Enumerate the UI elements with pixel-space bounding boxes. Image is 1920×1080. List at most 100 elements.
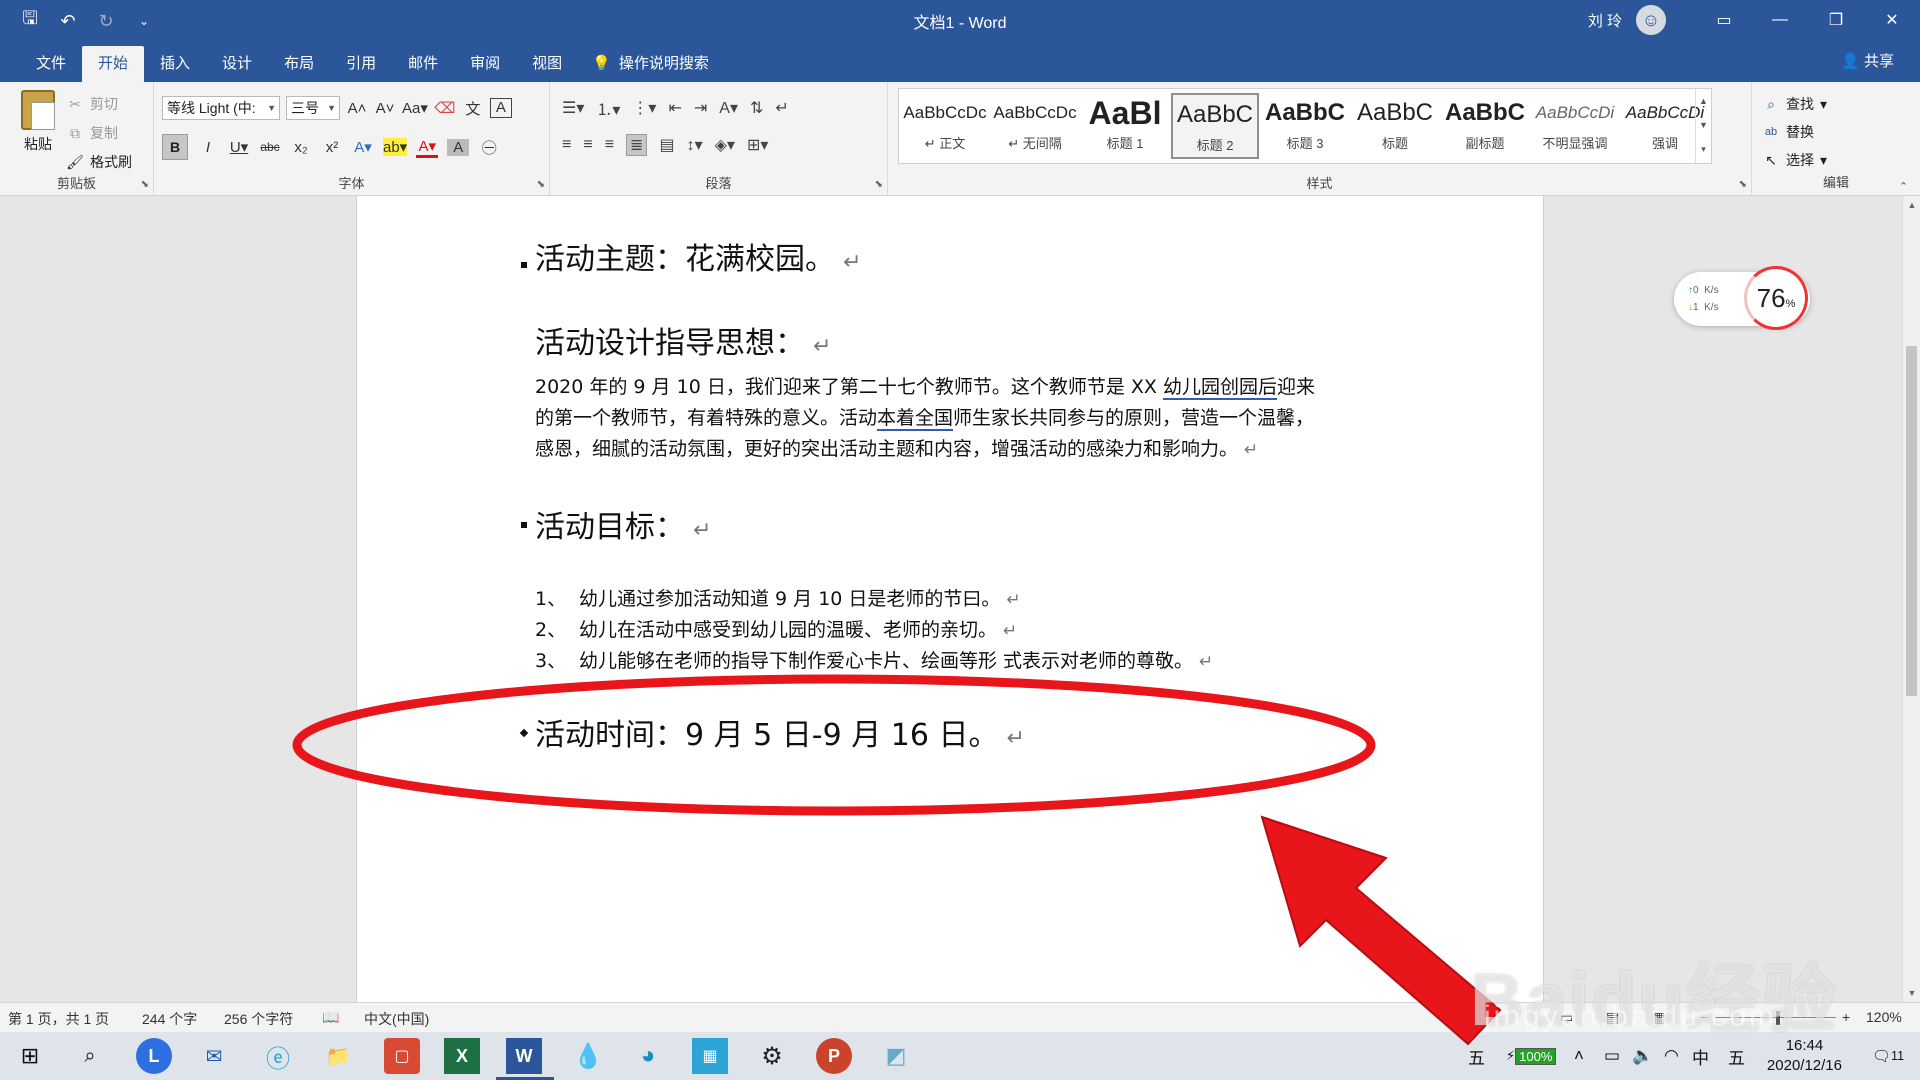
tab-file[interactable]: 文件 xyxy=(20,46,82,82)
scroll-down-icon[interactable]: ▼ xyxy=(1903,988,1920,998)
chinese-layout-icon[interactable]: A▾ xyxy=(719,98,738,118)
show-marks-icon[interactable]: ↵ xyxy=(775,98,788,118)
time-heading[interactable]: 活动时间：9 月 5 日-9 月 16 日。 ↵ xyxy=(535,710,1025,754)
line-spacing-icon[interactable]: ↕▾ xyxy=(687,135,703,155)
dialog-launcher-icon[interactable]: ⬊ xyxy=(875,179,883,190)
goal-item[interactable]: 1、 幼儿通过参加活动知道 9 月 10 日是老师的节曰。 ↵ xyxy=(535,584,1021,611)
mail-icon[interactable]: ✉ xyxy=(196,1038,232,1074)
sort-icon[interactable]: ⇅ xyxy=(750,98,763,118)
enclose-characters-icon[interactable]: ㊀ xyxy=(478,137,500,158)
strikethrough-icon[interactable]: abc xyxy=(259,140,281,154)
chevron-down-icon[interactable]: ▼ xyxy=(1696,113,1711,137)
paint-drop-icon[interactable]: 💧 xyxy=(570,1038,606,1074)
goal-item[interactable]: 3、 幼儿能够在老师的指导下制作爱心卡片、绘画等形 式表示对老师的尊敬。 ↵ xyxy=(535,646,1213,673)
chevron-up-icon[interactable]: ▲ xyxy=(1696,89,1711,113)
select-button[interactable]: ↖ 选择 ▾ xyxy=(1762,146,1827,174)
share-button[interactable]: 👤 共享 xyxy=(1841,50,1894,71)
goal-item[interactable]: 2、 幼儿在活动中感受到幼儿园的温暖、老师的亲切。 ↵ xyxy=(535,615,1017,642)
notes-app-icon[interactable]: ◩ xyxy=(878,1038,914,1074)
style-normal[interactable]: AaBbCcDc ↵ 正文 xyxy=(901,93,989,159)
style-heading-1[interactable]: AaBl 标题 1 xyxy=(1081,93,1169,159)
increase-indent-icon[interactable]: ⇥ xyxy=(694,98,707,118)
underline-icon[interactable]: U▾ xyxy=(228,138,250,156)
document-page[interactable]: 活动主题：花满校园。 ↵ 活动设计指导思想： ↵ 2020 年的 9 月 10 日，… xyxy=(356,196,1544,1002)
dialog-launcher-icon[interactable]: ⬊ xyxy=(537,179,545,190)
tab-review[interactable]: 审阅 xyxy=(454,46,516,82)
align-left-icon[interactable]: ≡ xyxy=(562,136,571,154)
dialog-launcher-icon[interactable]: ⬊ xyxy=(141,179,149,190)
zoom-level[interactable]: 120% xyxy=(1866,1009,1902,1025)
find-button[interactable]: ⌕ 查找 ▾ xyxy=(1762,90,1827,118)
align-right-icon[interactable]: ≡ xyxy=(605,136,614,154)
edge-icon[interactable]: ◕ xyxy=(630,1038,666,1074)
close-button[interactable]: ✕ xyxy=(1864,0,1920,40)
tab-insert[interactable]: 插入 xyxy=(144,46,206,82)
borders-icon[interactable]: ⊞▾ xyxy=(747,135,768,155)
styles-scroll[interactable]: ▲ ▼ ▾ xyxy=(1695,89,1711,163)
style-no-spacing[interactable]: AaBbCcDc ↵ 无间隔 xyxy=(991,93,1079,159)
guide-paragraph[interactable]: 2020 年的 9 月 10 日，我们迎来了第二十七个教师节。这个教师节是 XX… xyxy=(535,372,1315,466)
gear-icon[interactable]: ⚙ xyxy=(754,1038,790,1074)
notification-center-icon[interactable]: 🗨 11 xyxy=(1872,1032,1904,1080)
shrink-font-icon[interactable]: A˅ xyxy=(374,100,396,117)
shading-icon[interactable]: ◈▾ xyxy=(715,135,735,155)
character-shading-icon[interactable]: A xyxy=(447,138,470,156)
text-effects-icon[interactable]: A▾ xyxy=(352,138,374,156)
phonetic-guide-icon[interactable]: 文 xyxy=(462,98,484,119)
highlight-icon[interactable]: ab▾ xyxy=(383,138,408,156)
tab-view[interactable]: 视图 xyxy=(516,46,578,82)
distributed-icon[interactable]: ▤ xyxy=(659,135,674,155)
guide-heading[interactable]: 活动设计指导思想： ↵ xyxy=(535,318,831,362)
language-status[interactable]: 中文(中国) xyxy=(364,1009,429,1029)
windows-start-icon[interactable]: ⊞ xyxy=(12,1038,48,1074)
justify-icon[interactable]: ≣ xyxy=(626,134,648,156)
scroll-up-icon[interactable]: ▲ xyxy=(1903,200,1920,210)
network-speed-widget[interactable]: ↑0 K/s ↓1 K/s 76% xyxy=(1674,266,1810,330)
page-count[interactable]: 第 1 页，共 1 页 xyxy=(8,1009,109,1029)
powerpoint-icon[interactable]: P xyxy=(816,1038,852,1074)
word-count[interactable]: 244 个字 xyxy=(142,1009,197,1029)
subscript-icon[interactable]: x₂ xyxy=(290,139,312,156)
collapse-ribbon-icon[interactable]: ⌃ xyxy=(1899,180,1908,193)
calculator-app-icon[interactable]: ▦ xyxy=(692,1038,728,1074)
user-name[interactable]: 刘 玲 xyxy=(1588,10,1622,31)
style-heading-3[interactable]: AaBbC 标题 3 xyxy=(1261,93,1349,159)
character-border-icon[interactable]: A xyxy=(489,98,512,118)
search-icon[interactable]: ⌕ xyxy=(72,1038,108,1074)
style-title[interactable]: AaBbC 标题 xyxy=(1351,93,1439,159)
cut-button[interactable]: ✂ 剪切 xyxy=(66,90,132,119)
replace-button[interactable]: ab 替换 xyxy=(1762,118,1827,146)
dialog-launcher-icon[interactable]: ⬊ xyxy=(1739,179,1747,190)
browser-e-icon[interactable]: ⓔ xyxy=(260,1038,296,1074)
font-color-icon[interactable]: A▾ xyxy=(416,137,439,158)
italic-icon[interactable]: I xyxy=(197,139,219,156)
tab-layout[interactable]: 布局 xyxy=(268,46,330,82)
tab-mailings[interactable]: 邮件 xyxy=(392,46,454,82)
superscript-icon[interactable]: x² xyxy=(321,139,343,156)
media-app-icon[interactable]: ▢ xyxy=(384,1038,420,1074)
avatar[interactable]: ☺ xyxy=(1636,5,1666,35)
excel-icon[interactable]: X xyxy=(444,1038,480,1074)
bullets-icon[interactable]: ☰▾ xyxy=(562,98,584,118)
decrease-indent-icon[interactable]: ⇤ xyxy=(668,98,681,118)
copy-button[interactable]: ⧉ 复制 xyxy=(66,119,132,148)
bold-icon[interactable]: B xyxy=(162,134,188,160)
char-count[interactable]: 256 个字符 xyxy=(224,1009,293,1029)
tab-design[interactable]: 设计 xyxy=(206,46,268,82)
minimize-button[interactable]: — xyxy=(1752,0,1808,40)
proofing-icon[interactable]: 📖 xyxy=(322,1009,339,1026)
ribbon-display-options-icon[interactable]: ▭ xyxy=(1696,0,1752,40)
align-center-icon[interactable]: ≡ xyxy=(583,136,592,154)
tab-home[interactable]: 开始 xyxy=(82,46,145,82)
goal-heading[interactable]: 活动目标： ↵ xyxy=(535,502,711,546)
tab-references[interactable]: 引用 xyxy=(330,46,392,82)
style-heading-2[interactable]: AaBbC 标题 2 xyxy=(1171,93,1259,159)
font-name-combo[interactable]: 等线 Light (中: ▼ xyxy=(162,96,280,120)
word-icon[interactable]: W xyxy=(506,1038,542,1074)
change-case-icon[interactable]: Aa▾ xyxy=(402,99,428,117)
style-subtle-emphasis[interactable]: AaBbCcDi 不明显强调 xyxy=(1531,93,1619,159)
more-icon[interactable]: ▾ xyxy=(1696,137,1711,161)
font-size-combo[interactable]: 三号 ▼ xyxy=(286,96,340,120)
file-explorer-icon[interactable]: 📁 xyxy=(320,1038,356,1074)
zoom-in-icon[interactable]: + xyxy=(1842,1009,1850,1025)
